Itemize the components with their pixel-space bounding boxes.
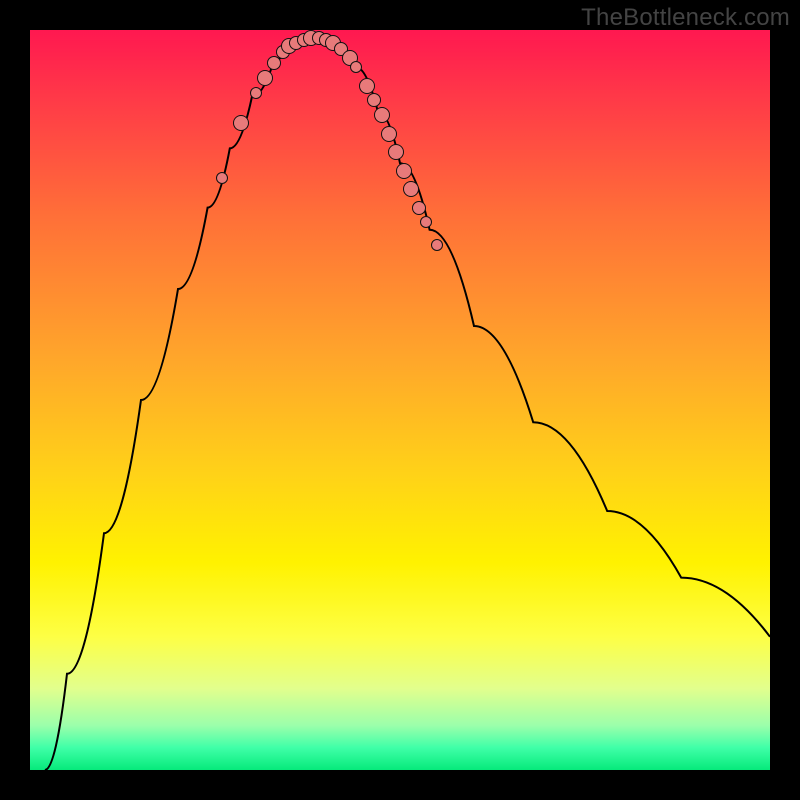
plot-area — [30, 30, 770, 770]
data-marker — [431, 239, 443, 251]
data-marker — [412, 201, 426, 215]
data-marker — [396, 163, 412, 179]
chart-frame: TheBottleneck.com — [0, 0, 800, 800]
data-marker — [257, 70, 273, 86]
data-marker — [216, 172, 228, 184]
data-marker — [359, 78, 375, 94]
watermark-text: TheBottleneck.com — [581, 4, 790, 32]
data-marker — [374, 107, 390, 123]
data-marker — [381, 126, 397, 142]
data-marker — [233, 115, 249, 131]
data-marker — [250, 87, 262, 99]
bottleneck-curve — [30, 30, 770, 770]
data-marker — [367, 93, 381, 107]
data-marker — [420, 216, 432, 228]
data-marker — [403, 181, 419, 197]
data-marker — [350, 61, 362, 73]
data-marker — [388, 144, 404, 160]
